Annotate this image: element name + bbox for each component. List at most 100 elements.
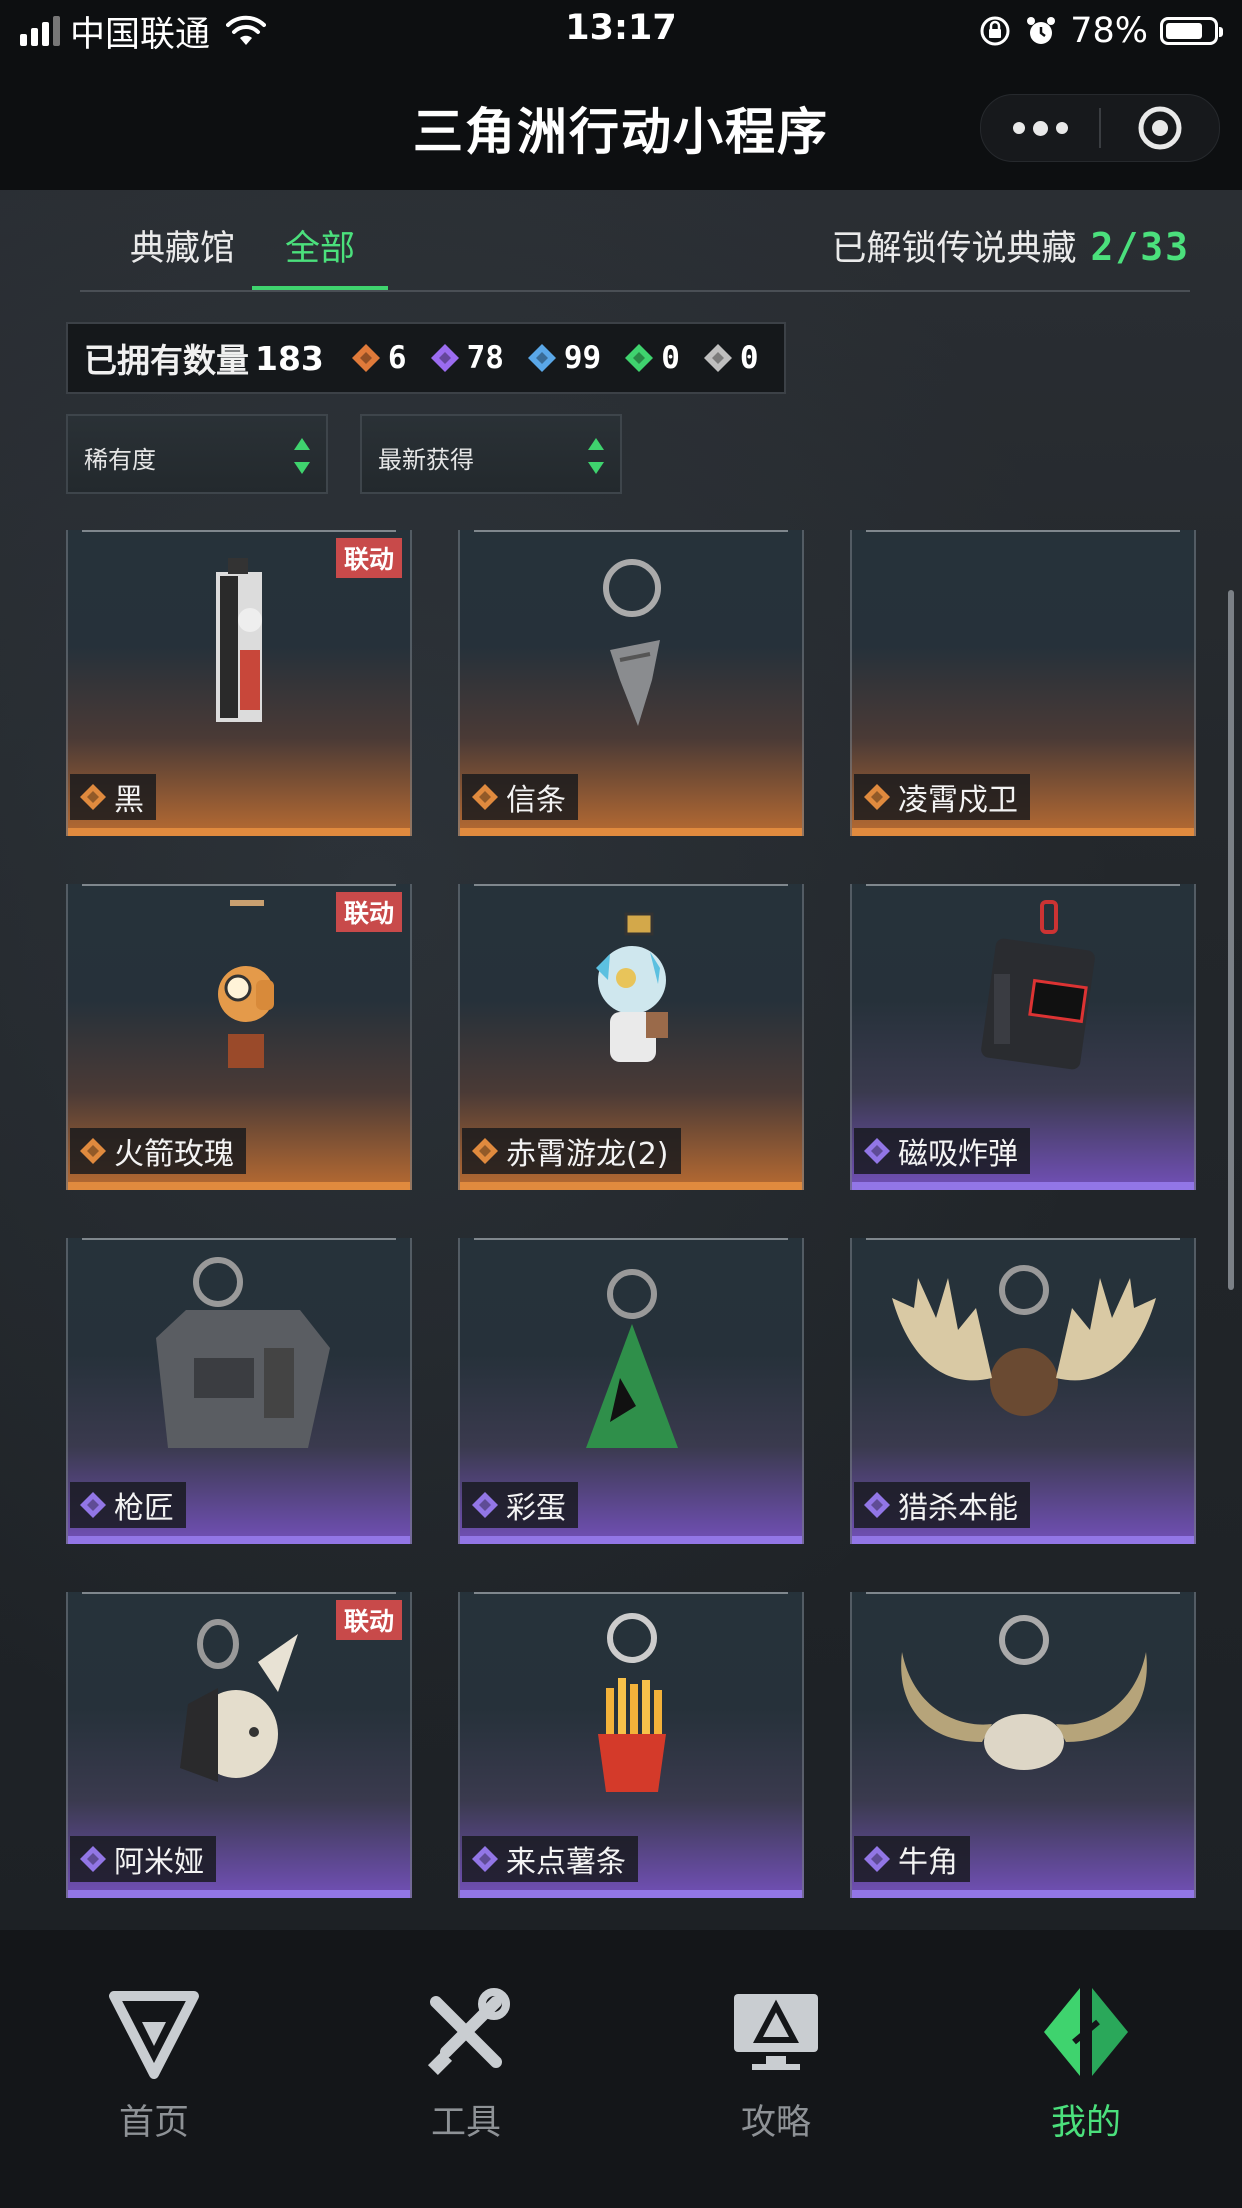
dragon-figure-icon	[596, 912, 668, 1062]
green-egg-icon	[586, 1269, 678, 1448]
item-name-badge: 枪匠	[70, 1482, 186, 1528]
battery-icon	[1160, 17, 1223, 45]
rarity-bar	[852, 1536, 1194, 1544]
item-card[interactable]: 牛角	[850, 1592, 1196, 1898]
rarity-count-value: 6	[387, 340, 407, 376]
diamond-rarity-icon	[80, 1846, 106, 1872]
item-name-badge: 凌霄戍卫	[854, 774, 1030, 820]
filter-rarity-dropdown[interactable]: 稀有度	[66, 414, 328, 494]
diamond-rarity-icon	[625, 344, 654, 372]
item-name: 来点薯条	[506, 1845, 626, 1880]
tab-museum[interactable]: 典藏馆	[130, 220, 235, 271]
item-card[interactable]: 枪匠	[66, 1238, 412, 1544]
fries-icon	[598, 1613, 666, 1792]
item-card[interactable]: 信条	[458, 530, 804, 836]
diamond-rarity-icon	[351, 344, 380, 372]
item-name: 阿米娅	[114, 1845, 204, 1880]
rarity-bar	[68, 828, 410, 836]
tabs-row: 典藏馆 全部 已解锁传说典藏 2/33	[80, 190, 1190, 292]
item-name: 赤霄游龙(2)	[506, 1137, 669, 1172]
rarity-count-uncommon: 0	[623, 340, 680, 376]
collab-tag: 联动	[335, 1600, 402, 1640]
nav-home[interactable]: 首页	[54, 1982, 254, 2145]
alarm-icon	[1027, 17, 1056, 44]
battery-fill	[1166, 23, 1202, 39]
item-name: 猎杀本能	[898, 1491, 1018, 1526]
diamond-rarity-icon	[80, 1138, 106, 1164]
rarity-count-rare: 99	[526, 340, 601, 376]
more-dots-icon[interactable]	[981, 95, 1099, 161]
rarity-count-value: 0	[739, 340, 759, 376]
filter-sort-label: 最新获得	[378, 446, 474, 474]
item-name: 凌霄戍卫	[898, 783, 1018, 818]
mini-program-capsule	[980, 94, 1220, 162]
item-card[interactable]: 赤霄游龙(2)	[458, 884, 804, 1190]
tab-active-underline	[252, 286, 388, 290]
item-name: 磁吸炸弹	[898, 1137, 1018, 1172]
nav-home-label: 首页	[118, 2103, 189, 2143]
owned-total: 183	[255, 338, 324, 378]
rarity-bar	[852, 1890, 1194, 1898]
tab-all[interactable]: 全部	[285, 220, 355, 271]
nav-tools-label: 工具	[430, 2103, 501, 2143]
collection-content: 典藏馆 全部 已解锁传说典藏 2/33 已拥有数量 183 6 78 99 0 0…	[0, 190, 1242, 1930]
rarity-bar	[460, 1182, 802, 1190]
item-name-badge: 信条	[462, 774, 578, 820]
rotation-lock-icon	[980, 16, 1010, 46]
item-card[interactable]: 联动黑	[66, 530, 412, 836]
item-name: 枪匠	[114, 1491, 174, 1526]
filter-sort-dropdown[interactable]: 最新获得	[360, 414, 622, 494]
item-art-empty	[852, 530, 1194, 760]
collab-tag: 联动	[335, 538, 402, 578]
bull-horns-icon	[901, 1615, 1147, 1770]
item-card[interactable]: 彩蛋	[458, 1238, 804, 1544]
scrollbar[interactable]	[1228, 590, 1234, 1290]
bottom-nav: 首页 工具 攻略 我的	[0, 1930, 1242, 2208]
diamond-rarity-icon	[864, 1138, 890, 1164]
item-card[interactable]: 来点薯条	[458, 1592, 804, 1898]
diamond-rarity-icon	[472, 784, 498, 810]
item-name-badge: 阿米娅	[70, 1836, 216, 1882]
title-bar: 三角洲行动小程序	[0, 62, 1242, 190]
nav-guide-label: 攻略	[740, 2103, 811, 2143]
gun-case-icon	[156, 1257, 330, 1448]
metal-keychain-icon	[603, 559, 661, 726]
item-name: 信条	[506, 783, 566, 818]
item-card[interactable]: 猎杀本能	[850, 1238, 1196, 1544]
item-name: 火箭玫瑰	[114, 1137, 234, 1172]
guide-monitor-icon	[734, 1994, 818, 2070]
target-close-icon[interactable]	[1101, 103, 1219, 153]
rarity-bar	[68, 1536, 410, 1544]
item-card[interactable]: 联动阿米娅	[66, 1592, 412, 1898]
profile-logo-icon	[1044, 1988, 1128, 2076]
rarity-bar	[68, 1890, 410, 1898]
item-card[interactable]: 联动 火箭玫瑰	[66, 884, 412, 1190]
item-name-badge: 彩蛋	[462, 1482, 578, 1528]
sort-arrows-icon	[588, 438, 604, 474]
item-name: 彩蛋	[506, 1491, 566, 1526]
nav-guide[interactable]: 攻略	[676, 1982, 876, 2145]
rarity-bar	[460, 1890, 802, 1898]
item-name-badge: 来点薯条	[462, 1836, 638, 1882]
item-name-badge: 黑	[70, 774, 156, 820]
nav-profile-label: 我的	[1050, 2103, 1121, 2143]
status-right: 78%	[978, 8, 1223, 54]
rarity-count-value: 78	[466, 340, 504, 376]
home-logo-icon	[109, 1991, 199, 2079]
status-bar: 中国联通 13:17 78%	[0, 0, 1242, 62]
nav-tools[interactable]: 工具	[366, 1982, 566, 2145]
item-name-badge: 磁吸炸弹	[854, 1128, 1030, 1174]
item-name: 牛角	[898, 1845, 958, 1880]
diamond-rarity-icon	[472, 1138, 498, 1164]
filter-rarity-label: 稀有度	[84, 446, 156, 474]
diamond-rarity-icon	[864, 1492, 890, 1518]
item-name-badge: 赤霄游龙(2)	[462, 1128, 681, 1174]
rarity-bar	[68, 1182, 410, 1190]
rarity-bar	[852, 828, 1194, 836]
item-card[interactable]: 磁吸炸弹	[850, 884, 1196, 1190]
diamond-rarity-icon	[430, 344, 459, 372]
bomb-timer-icon	[981, 900, 1095, 1070]
item-name: 黑	[114, 783, 144, 818]
item-card[interactable]: 凌霄戍卫	[850, 530, 1196, 836]
nav-profile[interactable]: 我的	[986, 1982, 1186, 2145]
